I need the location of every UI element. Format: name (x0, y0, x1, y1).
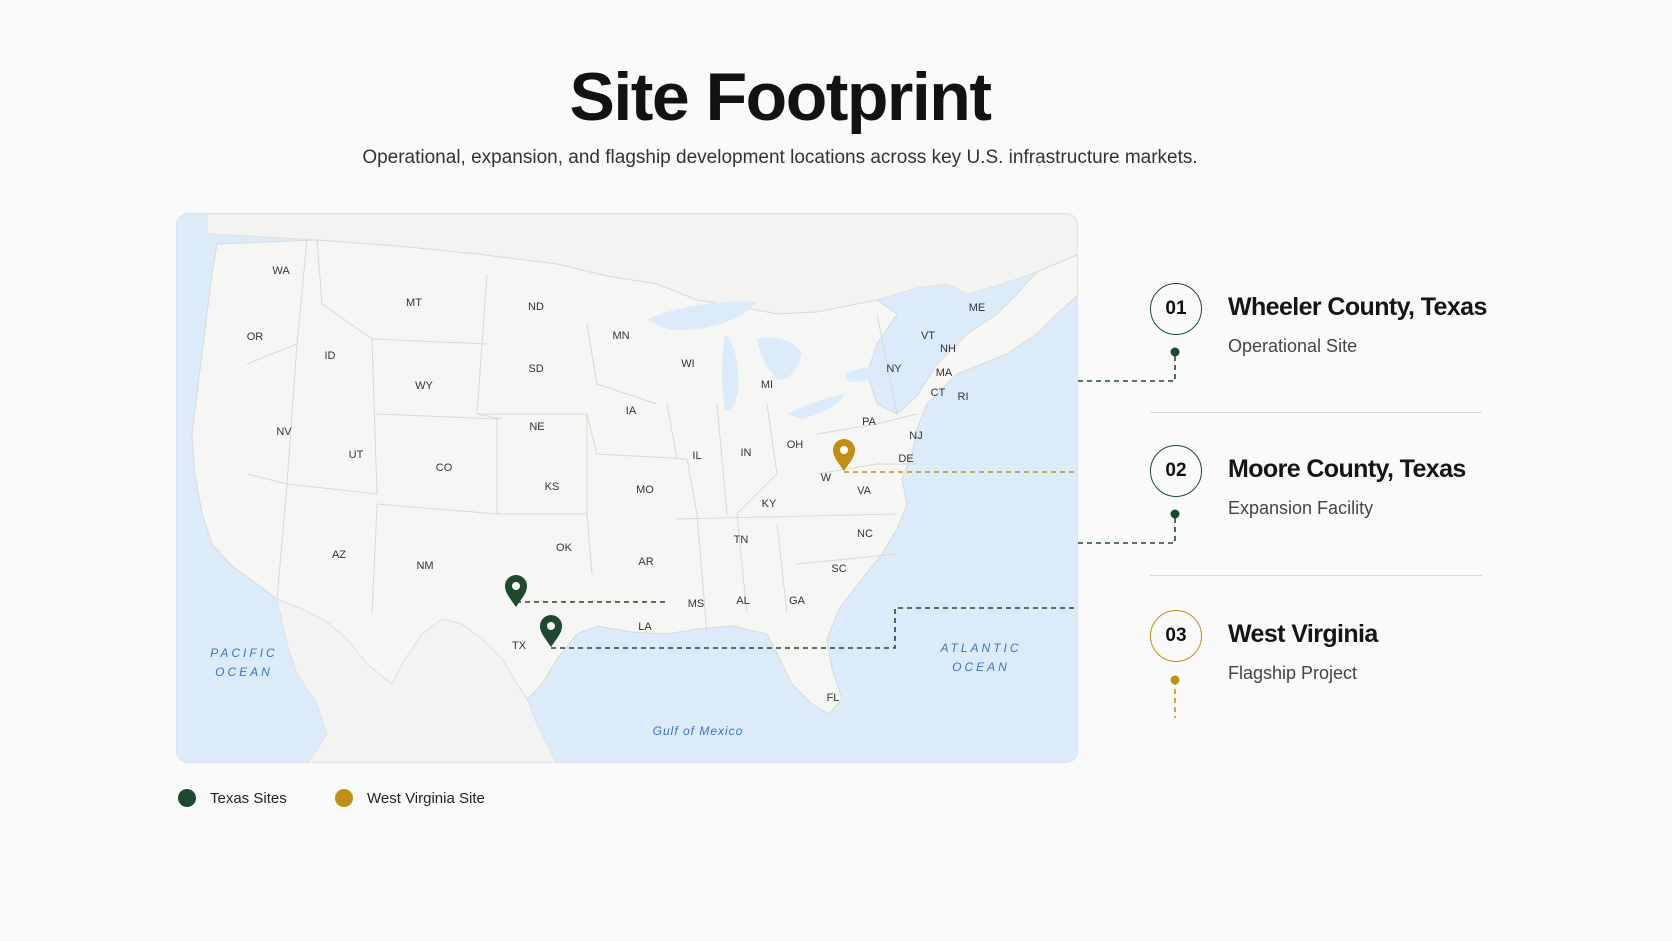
state-label: IN (741, 447, 752, 459)
site-number-badge: 03 (1150, 610, 1202, 662)
pacific-ocean-label: PACIFIC (210, 646, 277, 660)
state-label: WA (272, 265, 290, 277)
state-label: PA (862, 416, 877, 428)
state-label: NJ (909, 430, 922, 442)
state-label: W (821, 472, 832, 484)
gulf-of-mexico-label: Gulf of Mexico (653, 724, 744, 738)
legend-label: West Virginia Site (367, 789, 485, 807)
state-label: TX (512, 640, 527, 652)
state-label: ND (528, 301, 544, 313)
state-label: NC (857, 528, 873, 540)
site-type: Flagship Project (1228, 663, 1358, 683)
state-label: SD (528, 363, 543, 375)
state-label: DE (898, 453, 913, 465)
legend-item-west-virginia: West Virginia Site (335, 789, 485, 807)
state-label: CO (436, 462, 453, 474)
us-map[interactable]: WA OR MT ID ND MN SD WY NV UT CO NE KS I… (176, 213, 1078, 763)
connector-dot (1170, 509, 1180, 519)
state-label: ME (969, 302, 986, 314)
site-type: Operational Site (1228, 336, 1358, 356)
site-name: Wheeler County, Texas (1228, 293, 1487, 321)
state-label: OR (247, 331, 264, 343)
state-label: MI (761, 379, 773, 391)
site-number-badge: 02 (1150, 445, 1202, 497)
legend-item-texas: Texas Sites (178, 789, 287, 807)
state-label: ID (325, 350, 336, 362)
page-title: Site Footprint (569, 59, 992, 135)
state-label: VT (921, 330, 935, 342)
state-label: NY (886, 363, 902, 375)
legend-dot-icon (178, 789, 196, 807)
state-label: NH (940, 343, 956, 355)
site-name: Moore County, Texas (1228, 455, 1466, 483)
state-label: AR (638, 556, 653, 568)
state-label: RI (958, 391, 969, 403)
pacific-ocean-label: OCEAN (215, 665, 273, 679)
state-label: KS (545, 481, 560, 493)
connector-dot (1170, 675, 1180, 685)
atlantic-ocean-label: OCEAN (952, 660, 1010, 674)
legend-label: Texas Sites (210, 789, 287, 807)
state-label: MO (636, 484, 654, 496)
connector-dot (1170, 347, 1180, 357)
state-label: SC (831, 563, 846, 575)
state-label: OK (556, 542, 573, 554)
divider (1150, 412, 1482, 413)
state-label: NE (529, 421, 544, 433)
page-subtitle: Operational, expansion, and flagship dev… (362, 147, 1198, 168)
state-label: OH (787, 439, 804, 451)
site-name: West Virginia (1228, 620, 1378, 648)
state-label: MN (612, 330, 629, 342)
state-label: GA (789, 595, 806, 607)
state-label: KY (762, 498, 777, 510)
state-label: AL (736, 595, 749, 607)
state-label: VA (857, 485, 872, 497)
state-label: CT (931, 387, 946, 399)
site-number-badge: 01 (1150, 283, 1202, 335)
state-label: IL (692, 450, 701, 462)
state-label: TN (734, 534, 749, 546)
atlantic-ocean-label: ATLANTIC (939, 641, 1021, 655)
state-label: FL (827, 692, 840, 704)
state-label: AZ (332, 549, 346, 561)
state-label: LA (638, 621, 652, 633)
state-label: NM (416, 560, 433, 572)
divider (1150, 575, 1482, 576)
legend-dot-icon (335, 789, 353, 807)
state-label: MT (406, 297, 422, 309)
state-label: WI (681, 358, 694, 370)
site-type: Expansion Facility (1228, 498, 1374, 518)
state-label: IA (626, 405, 637, 417)
state-label: UT (349, 449, 364, 461)
state-label: WY (415, 380, 433, 392)
state-label: MS (688, 598, 705, 610)
state-label: NV (276, 426, 292, 438)
state-label: MA (936, 367, 953, 379)
map-canvas: WA OR MT ID ND MN SD WY NV UT CO NE KS I… (177, 214, 1077, 762)
